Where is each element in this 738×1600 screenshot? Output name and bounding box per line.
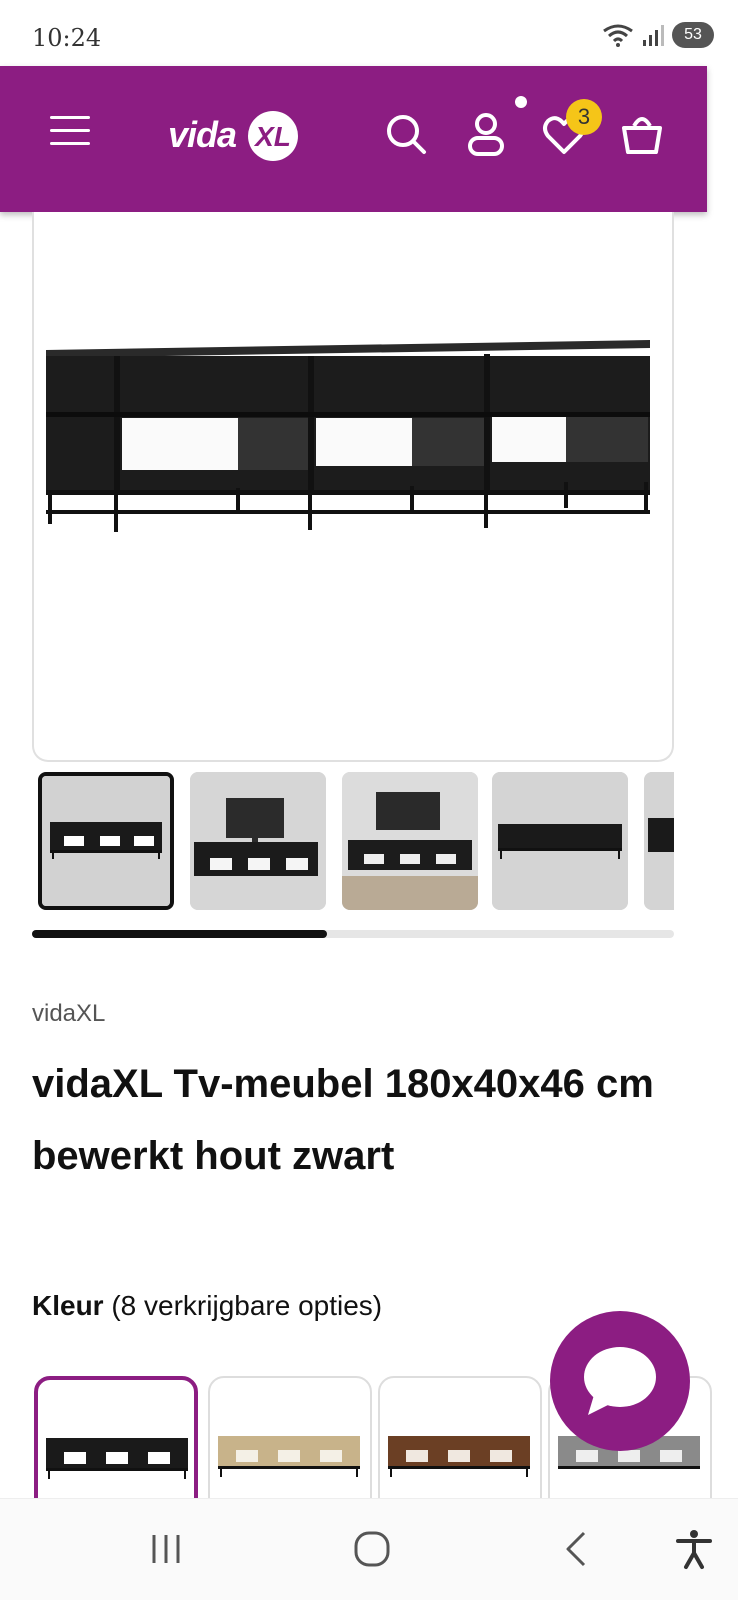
tv-cabinet-image xyxy=(46,340,650,532)
notification-dot xyxy=(515,96,527,108)
thumbnail[interactable] xyxy=(190,772,326,910)
recents-icon[interactable] xyxy=(144,1527,188,1571)
back-icon[interactable] xyxy=(556,1527,600,1571)
battery-indicator: 53 xyxy=(672,22,714,48)
product-brand[interactable]: vidaXL xyxy=(32,1000,105,1028)
swatch-image xyxy=(218,1436,360,1477)
svg-text:XL: XL xyxy=(253,121,291,152)
status-bar: 10:24 53 xyxy=(0,0,738,66)
wifi-icon xyxy=(603,24,633,47)
color-label: Kleur xyxy=(32,1290,104,1321)
swatch-image xyxy=(46,1438,188,1479)
chat-bubble-icon xyxy=(584,1347,656,1415)
main-product-image[interactable] xyxy=(32,212,674,762)
chat-button[interactable] xyxy=(550,1311,690,1451)
thumbnail[interactable] xyxy=(644,772,674,910)
cart-icon[interactable] xyxy=(618,110,666,158)
vidaxl-logo[interactable]: vida XL xyxy=(168,106,304,164)
signal-icon xyxy=(643,25,664,46)
status-icons: 53 xyxy=(602,22,714,48)
thumbnail[interactable] xyxy=(492,772,628,910)
product-title: vidaXL Tv-meubel 180x40x46 cm bewerkt ho… xyxy=(32,1062,654,1178)
accessibility-icon[interactable] xyxy=(672,1527,716,1571)
gallery-scroll-indicator xyxy=(32,930,328,938)
thumbnail[interactable] xyxy=(342,772,478,910)
account-icon[interactable] xyxy=(462,110,510,158)
system-nav-bar xyxy=(0,1498,738,1600)
logo-xl-mark: XL xyxy=(248,111,299,161)
color-option-gerookt[interactable] xyxy=(378,1376,542,1500)
wishlist-count-badge: 3 xyxy=(566,99,602,135)
color-selector-label: Kleur (8 verkrijgbare opties) xyxy=(32,1290,382,1322)
gallery-scroll-track xyxy=(32,930,674,938)
status-time: 10:24 xyxy=(32,24,102,52)
color-option-sonoma[interactable] xyxy=(208,1376,372,1500)
search-icon[interactable] xyxy=(382,110,430,158)
home-icon[interactable] xyxy=(350,1527,394,1571)
swatch-image xyxy=(388,1436,530,1477)
thumbnail-strip[interactable] xyxy=(32,770,674,916)
site-header: vida XL 3 xyxy=(0,66,707,212)
color-options-count: (8 verkrijgbare opties) xyxy=(111,1290,383,1321)
menu-icon[interactable] xyxy=(50,116,90,152)
color-option-zwart[interactable] xyxy=(34,1376,198,1500)
thumbnail[interactable] xyxy=(38,772,174,910)
logo-text: vida xyxy=(168,114,237,155)
